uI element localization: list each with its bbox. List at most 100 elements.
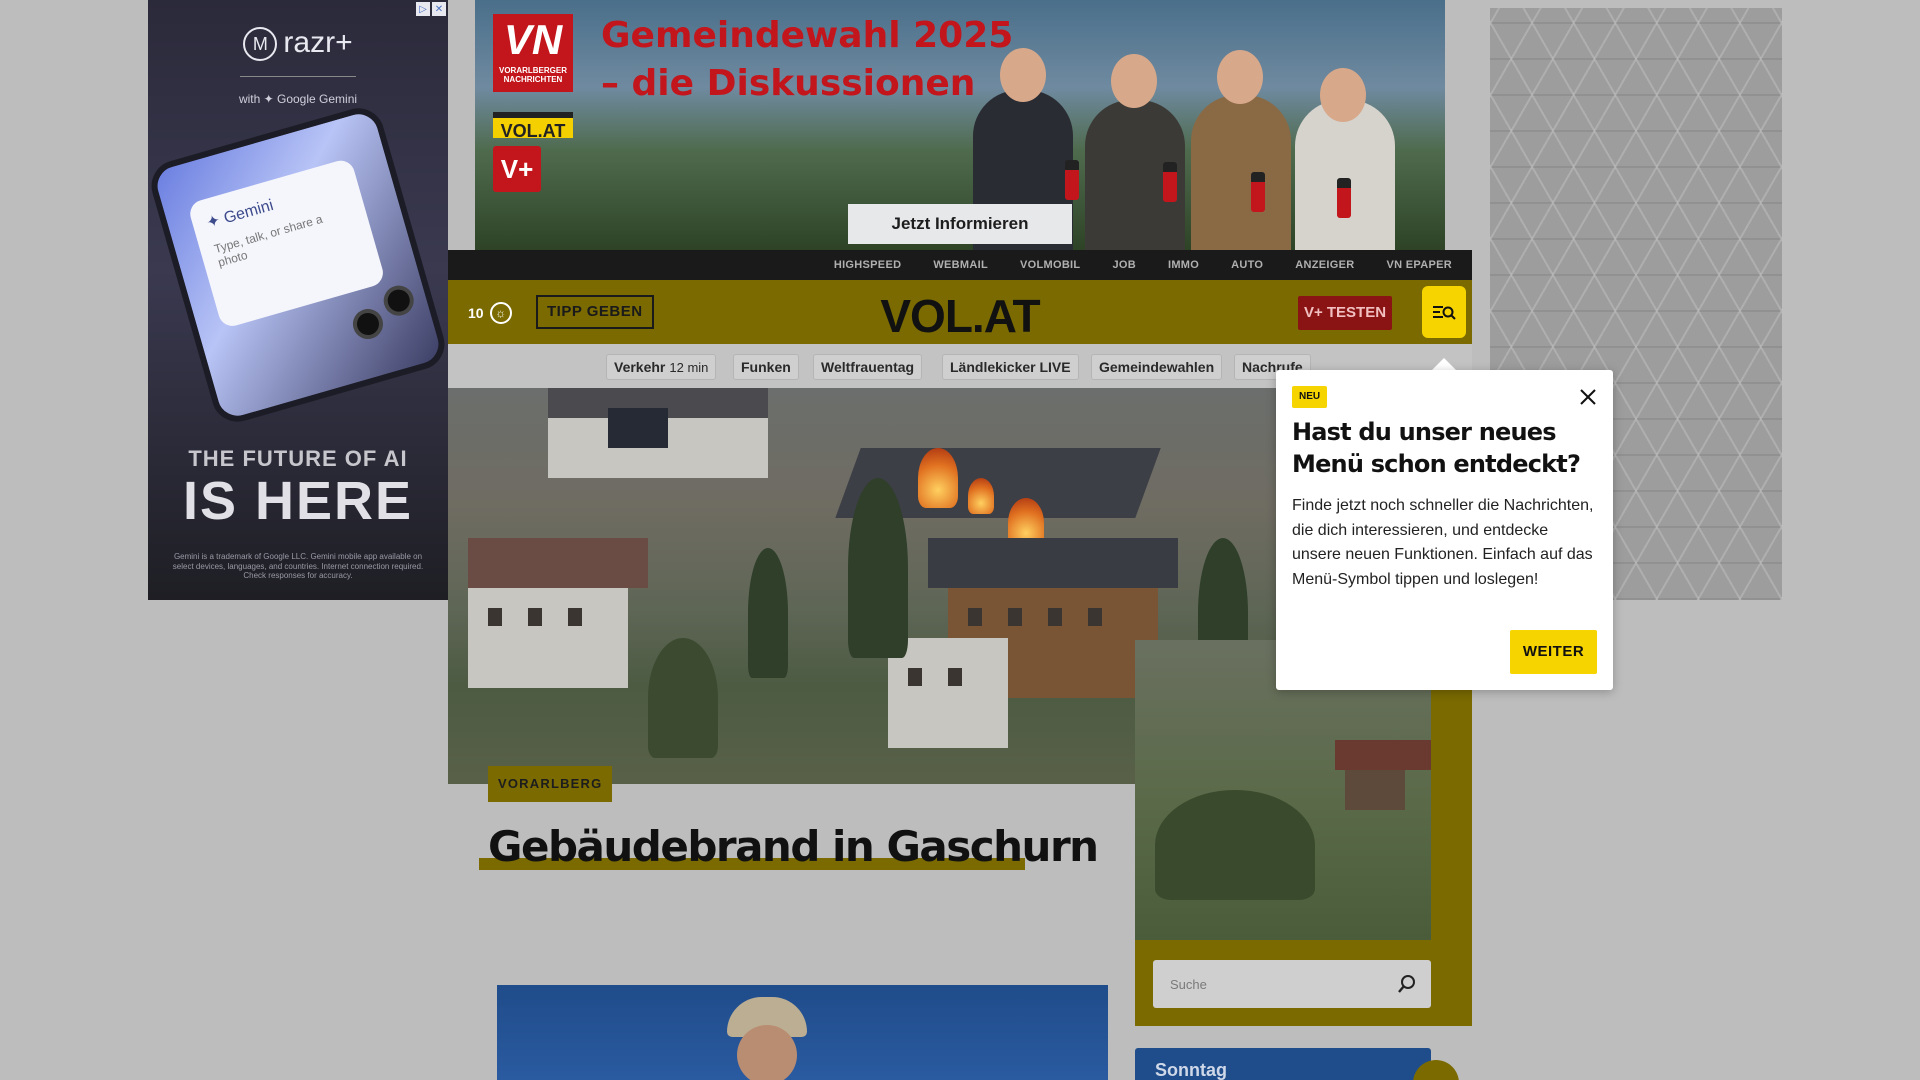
menu-search-icon bbox=[1433, 306, 1456, 320]
popup-body: Finde jetzt noch schneller die Nachricht… bbox=[1292, 497, 1594, 588]
topic-label: Weltfrauentag bbox=[821, 359, 915, 375]
ad-close-icon[interactable]: ✕ bbox=[432, 2, 446, 16]
image-window bbox=[1008, 608, 1022, 626]
popup-title: Hast du unser neues Menü schon entdeckt? bbox=[1292, 418, 1581, 478]
ad-person-head bbox=[1000, 48, 1046, 102]
top-banner-ad[interactable]: VN VORARLBERGER NACHRICHTEN VOL.AT V+ Ge… bbox=[475, 0, 1445, 250]
image-wall bbox=[888, 638, 1008, 748]
topic-label: Ländlekicker LIVE bbox=[950, 359, 1071, 375]
microphone-icon bbox=[1251, 172, 1265, 212]
new-menu-popup: NEU Hast du unser neues Menü schon entde… bbox=[1276, 370, 1613, 690]
menu-search-button[interactable] bbox=[1422, 286, 1466, 338]
vol-logo: VOL.AT bbox=[493, 112, 573, 141]
topic-label: Funken bbox=[741, 359, 791, 375]
camera-lens-icon bbox=[349, 305, 387, 343]
image-window bbox=[488, 608, 502, 626]
vn-logo-text: VN bbox=[503, 16, 563, 63]
link-job[interactable]: JOB bbox=[1112, 259, 1136, 271]
image-window bbox=[1088, 608, 1102, 626]
motorola-logo-icon: M bbox=[243, 27, 278, 62]
ad-headline: Gemeindewahl 2025 – die Diskussionen bbox=[601, 15, 1014, 104]
cloud-sun-icon: ☼ bbox=[489, 302, 512, 324]
ad-tagline-big: IS HERE bbox=[182, 471, 414, 531]
second-article-image[interactable] bbox=[497, 985, 1108, 1080]
topic-laendlekicker-live[interactable]: Ländlekicker LIVE bbox=[942, 354, 1079, 380]
weiter-button[interactable]: WEITER bbox=[1510, 630, 1597, 674]
topic-verkehr[interactable]: Verkehr 12 min bbox=[606, 354, 717, 380]
image-wall bbox=[468, 588, 628, 688]
vplus-logo: V+ bbox=[493, 146, 541, 192]
ad-choices[interactable]: ▷ ✕ bbox=[416, 2, 446, 16]
next-card-label: Sonntag bbox=[1155, 1060, 1227, 1080]
image-window bbox=[968, 608, 982, 626]
category-badge[interactable]: VORARLBERG bbox=[488, 766, 613, 802]
link-auto[interactable]: AUTO bbox=[1231, 259, 1263, 271]
link-webmail[interactable]: WEBMAIL bbox=[933, 259, 988, 271]
vplus-testen-button[interactable]: V+ TESTEN bbox=[1298, 296, 1392, 330]
popup-arrow bbox=[1432, 358, 1456, 370]
image-face bbox=[737, 1025, 797, 1080]
ad-tagline-small: THE FUTURE OF AI bbox=[188, 446, 408, 471]
image-window bbox=[568, 608, 582, 626]
search-input[interactable] bbox=[1153, 960, 1383, 1008]
microphone-icon bbox=[1163, 162, 1177, 202]
ad-cta-button[interactable]: Jetzt Informieren bbox=[848, 204, 1072, 244]
image-tree bbox=[848, 478, 908, 658]
image-wall bbox=[1345, 770, 1405, 810]
topic-label: Gemeindewahlen bbox=[1099, 359, 1215, 375]
vn-logo-subtext: VORARLBERGER NACHRICHTEN bbox=[498, 66, 567, 84]
ad-person bbox=[1191, 95, 1291, 250]
image-roof bbox=[928, 538, 1178, 588]
link-volmobil[interactable]: VOLMOBIL bbox=[1020, 259, 1080, 271]
sidebar-search bbox=[1153, 960, 1431, 1008]
ad-fine-print: Gemini is a trademark of Google LLC. Gem… bbox=[172, 552, 424, 581]
left-skyscraper-ad[interactable]: ▷ ✕ Mrazr+ with ✦ Google Gemini ✦ Gemini… bbox=[148, 0, 448, 600]
tipp-geben-button[interactable]: TIPP GEBEN bbox=[536, 295, 654, 329]
search-icon[interactable] bbox=[1397, 974, 1417, 994]
weather-widget[interactable]: 10 ☼ bbox=[468, 302, 512, 324]
topic-extra: 12 min bbox=[669, 360, 709, 375]
ad-person-head bbox=[1320, 68, 1366, 122]
site-header: 10 ☼ TIPP GEBEN VOL.AT V+ TESTEN bbox=[448, 280, 1472, 344]
topic-funken[interactable]: Funken bbox=[733, 354, 799, 380]
new-badge: NEU bbox=[1292, 386, 1328, 408]
camera-lens-icon bbox=[380, 282, 418, 320]
link-immo[interactable]: IMMO bbox=[1168, 259, 1199, 271]
link-anzeiger[interactable]: ANZEIGER bbox=[1295, 259, 1354, 271]
ad-info-icon[interactable]: ▷ bbox=[416, 2, 430, 16]
ad-person-head bbox=[1217, 50, 1263, 104]
image-solar-panel bbox=[608, 408, 668, 448]
microphone-icon bbox=[1337, 178, 1351, 218]
image-window bbox=[1048, 608, 1062, 626]
temperature: 10 bbox=[468, 305, 484, 321]
close-icon[interactable] bbox=[1577, 386, 1599, 408]
image-roof bbox=[1335, 740, 1431, 770]
topic-gemeindewahlen[interactable]: Gemeindewahlen bbox=[1091, 354, 1223, 380]
vn-logo: VN VORARLBERGER NACHRICHTEN bbox=[493, 14, 573, 92]
article-title[interactable]: Gebäudebrand in Gaschurn bbox=[488, 822, 1099, 871]
fire-flame bbox=[968, 478, 994, 514]
next-card[interactable]: Sonntag bbox=[1135, 1048, 1431, 1080]
ad-gemini-card: ✦ Gemini Type, talk, or share a photo bbox=[186, 157, 387, 330]
ad-phone-image: ✦ Gemini Type, talk, or share a photo bbox=[148, 102, 448, 428]
fire-flame bbox=[918, 448, 958, 508]
link-highspeed[interactable]: HIGHSPEED bbox=[834, 259, 902, 271]
image-roof bbox=[468, 538, 648, 588]
topic-label: Verkehr bbox=[614, 359, 666, 375]
ad-person-head bbox=[1111, 54, 1157, 108]
ad-brand-name: razr+ bbox=[283, 26, 353, 59]
ad-divider bbox=[240, 76, 356, 77]
service-links-bar: HIGHSPEED WEBMAIL VOLMOBIL JOB IMMO AUTO… bbox=[448, 250, 1472, 280]
image-window bbox=[528, 608, 542, 626]
ad-brand: Mrazr+ bbox=[148, 26, 448, 62]
ad-person bbox=[1295, 100, 1395, 250]
image-tree bbox=[748, 548, 788, 678]
topic-weltfrauentag[interactable]: Weltfrauentag bbox=[813, 354, 923, 380]
microphone-icon bbox=[1065, 160, 1079, 200]
image-window bbox=[948, 668, 962, 686]
link-vn-epaper[interactable]: VN EPAPER bbox=[1387, 259, 1452, 271]
image-tree bbox=[1155, 790, 1315, 900]
image-window bbox=[908, 668, 922, 686]
ad-with-gemini: with ✦ Google Gemini bbox=[238, 92, 358, 106]
image-tree bbox=[648, 638, 718, 758]
